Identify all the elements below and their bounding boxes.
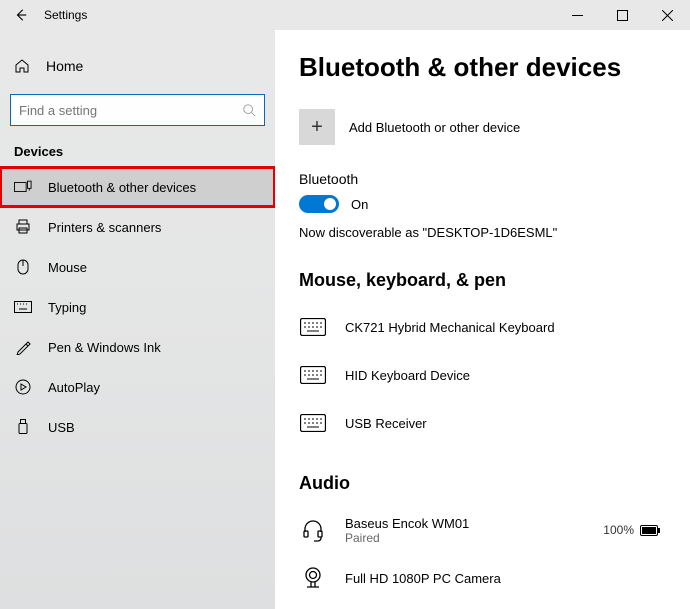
toggle-state-label: On [351,197,368,212]
content-pane: Bluetooth & other devices + Add Bluetoot… [275,30,690,609]
close-button[interactable] [645,0,690,30]
bluetooth-header: Bluetooth [299,171,666,187]
keyboard-icon [299,366,327,384]
sidebar-item-label: Mouse [48,260,87,275]
devices-icon [14,180,32,194]
section-heading: Audio [299,473,666,494]
sidebar-item-autoplay[interactable]: AutoPlay [0,367,275,407]
device-status: Paired [345,531,469,545]
page-title: Bluetooth & other devices [299,52,666,83]
device-name: Full HD 1080P PC Camera [345,571,501,586]
device-row[interactable]: Baseus Encok WM01 Paired 100% [299,506,666,554]
sidebar-item-label: USB [48,420,75,435]
discoverable-text: Now discoverable as "DESKTOP-1D6ESML" [299,225,666,240]
sidebar-item-mouse[interactable]: Mouse [0,247,275,287]
camera-icon [299,567,327,589]
device-row[interactable]: USB Receiver [299,399,666,447]
sidebar-item-pen[interactable]: Pen & Windows Ink [0,327,275,367]
sidebar-item-usb[interactable]: USB [0,407,275,447]
sidebar-item-label: AutoPlay [48,380,100,395]
device-name: CK721 Hybrid Mechanical Keyboard [345,320,555,335]
sidebar-item-label: Typing [48,300,86,315]
sidebar-item-typing[interactable]: Typing [0,287,275,327]
device-row[interactable]: HID Keyboard Device [299,351,666,399]
device-row[interactable]: Full HD 1080P PC Camera [299,554,666,602]
device-row[interactable]: CK721 Hybrid Mechanical Keyboard [299,303,666,351]
add-device-row[interactable]: + Add Bluetooth or other device [299,109,666,145]
sidebar-item-label: Bluetooth & other devices [48,180,196,195]
home-icon [14,58,30,74]
bluetooth-toggle[interactable] [299,195,339,213]
usb-icon [14,419,32,435]
search-icon [242,103,256,117]
sidebar-item-bluetooth[interactable]: Bluetooth & other devices [0,167,275,207]
sidebar: Home Devices Bluetooth & other devices P… [0,30,275,609]
device-name: Baseus Encok WM01 [345,516,469,531]
minimize-button[interactable] [555,0,600,30]
keyboard-icon [299,414,327,432]
sidebar-item-label: Pen & Windows Ink [48,340,161,355]
sidebar-item-printers[interactable]: Printers & scanners [0,207,275,247]
autoplay-icon [14,379,32,395]
sidebar-item-label: Printers & scanners [48,220,161,235]
keyboard-icon [14,301,32,313]
sidebar-section-title: Devices [0,126,275,167]
maximize-button[interactable] [600,0,645,30]
headset-icon [299,518,327,542]
printer-icon [14,219,32,235]
nav-home-label: Home [46,58,83,74]
battery-percent: 100% [603,523,634,537]
nav-home[interactable]: Home [0,48,275,84]
device-name: USB Receiver [345,416,427,431]
add-device-label: Add Bluetooth or other device [349,120,520,135]
window-title: Settings [44,8,87,22]
keyboard-icon [299,318,327,336]
search-field[interactable] [19,103,242,118]
back-button[interactable] [14,8,28,22]
mouse-icon [14,259,32,275]
device-name: HID Keyboard Device [345,368,470,383]
pen-icon [14,339,32,355]
search-input[interactable] [10,94,265,126]
battery-icon [640,525,660,536]
plus-icon: + [299,109,335,145]
titlebar: Settings [0,0,690,30]
section-heading: Mouse, keyboard, & pen [299,270,666,291]
